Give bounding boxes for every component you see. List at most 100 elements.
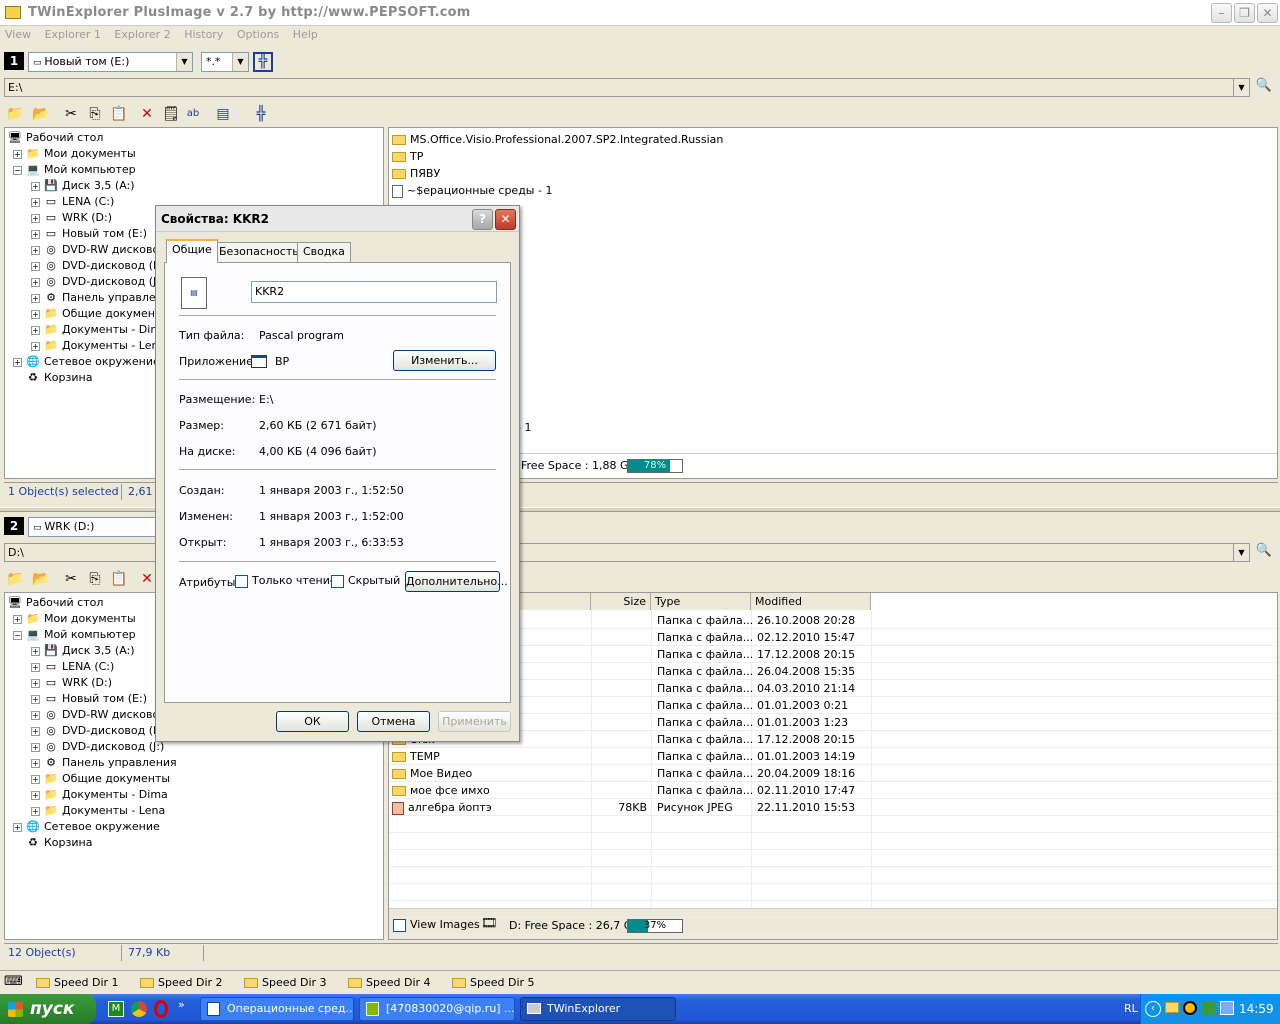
tree-item[interactable]: + ▭ Новый том (E:): [31, 226, 147, 242]
expand-icon[interactable]: +: [31, 229, 40, 239]
advanced-button[interactable]: Дополнительно...: [405, 571, 508, 592]
quicklaunch-more-icon[interactable]: »: [178, 998, 185, 1011]
expand-icon[interactable]: +: [31, 774, 40, 784]
menu-view[interactable]: View: [0, 26, 36, 43]
tree-item[interactable]: + ◎ DVD-RW дисковод: [31, 242, 167, 258]
menu-history[interactable]: History: [179, 26, 228, 43]
ok-button[interactable]: ОК: [276, 711, 349, 732]
expand-icon[interactable]: +: [31, 341, 40, 351]
tree-item[interactable]: − 💻 Мой компьютер: [13, 627, 136, 643]
close-button[interactable]: ✕: [1257, 3, 1278, 23]
expand-icon[interactable]: +: [31, 678, 40, 688]
chevron-down-icon[interactable]: ▼: [1233, 544, 1249, 561]
tab-general[interactable]: Общие: [166, 239, 218, 263]
tree-item[interactable]: + 📁 Документы - Lena: [31, 338, 165, 354]
menu-help[interactable]: Help: [288, 26, 323, 43]
expand-icon[interactable]: +: [31, 646, 40, 656]
speed-dir-2[interactable]: Speed Dir 2: [140, 976, 223, 989]
chevron-down-icon[interactable]: ▼: [1233, 79, 1249, 96]
panel-1-filter-select[interactable]: *.* ▼: [201, 52, 249, 72]
expand-icon[interactable]: +: [31, 710, 40, 720]
expand-icon[interactable]: +: [31, 181, 40, 191]
expand-icon[interactable]: +: [31, 790, 40, 800]
task-qip-chat[interactable]: [470830020@qip.ru] ...: [359, 997, 515, 1021]
expand-icon[interactable]: +: [13, 614, 22, 624]
expand-icon[interactable]: +: [13, 357, 22, 367]
folder-up-icon[interactable]: 📁: [4, 103, 26, 125]
change-button[interactable]: Изменить...: [393, 350, 496, 371]
chevron-down-icon[interactable]: ▼: [176, 53, 192, 71]
tree-item[interactable]: + 🌐 Сетевое окружение: [13, 819, 160, 835]
expand-icon[interactable]: +: [31, 213, 40, 223]
file-row[interactable]: ПЯВУ: [392, 165, 440, 182]
table-row[interactable]: Папка с файла... 26.04.2008 15:35: [392, 663, 1272, 680]
table-row[interactable]: Папка с файла... 01.01.2003 1:23: [392, 714, 1272, 731]
file-row[interactable]: MS.Office.Visio.Professional.2007.SP2.In…: [392, 131, 723, 148]
tree-item[interactable]: + 📁 Документы - Dima: [31, 322, 168, 338]
tree-item[interactable]: + ⚙ Панель управления: [31, 755, 177, 771]
menu-options[interactable]: Options: [232, 26, 284, 43]
menu-explorer-1[interactable]: Explorer 1: [40, 26, 106, 43]
tree-item[interactable]: + 💾 Диск 3,5 (A:): [31, 643, 135, 659]
tree-item[interactable]: + ⚙ Панель управлени: [31, 290, 170, 306]
opera-icon[interactable]: [154, 1000, 168, 1018]
split-view-icon[interactable]: ╬: [253, 52, 273, 72]
task-operating-systems-doc[interactable]: Операционные сред...: [200, 997, 354, 1021]
tab-summary[interactable]: Сводка: [297, 242, 351, 262]
tree-item[interactable]: + 📁 Общие документ: [31, 306, 161, 322]
split-view-icon[interactable]: ╬: [250, 103, 272, 125]
table-row[interactable]: Папка с файла... 17.12.2008 20:15: [392, 646, 1272, 663]
view-mode-icon[interactable]: ▤: [212, 103, 234, 125]
expand-icon[interactable]: +: [31, 245, 40, 255]
expand-icon[interactable]: +: [31, 309, 40, 319]
maximize-button[interactable]: ❐: [1234, 3, 1255, 23]
tree-item[interactable]: + ▭ LENA (C:): [31, 659, 114, 675]
tree-item[interactable]: + ◎ DVD-дисковод (J:): [31, 274, 164, 290]
film-icon[interactable]: 🎞: [481, 916, 498, 931]
tree-item[interactable]: + ◎ DVD-дисковод (J:): [31, 739, 164, 755]
keyboard-icon[interactable]: ⌨: [4, 974, 23, 989]
paste-icon[interactable]: 📋: [108, 568, 130, 590]
tree-item[interactable]: + ◎ DVD-дисковод (H:: [31, 723, 165, 739]
tree-item[interactable]: + 📁 Мои документы: [13, 611, 136, 627]
search-icon[interactable]: 🔍: [1254, 543, 1274, 562]
expand-icon[interactable]: +: [13, 822, 22, 832]
tree-item[interactable]: + ◎ DVD-дисковод (H:: [31, 258, 165, 274]
tree-item[interactable]: ♻ Корзина: [13, 370, 92, 386]
column-header-type[interactable]: Type: [651, 593, 751, 610]
copy-icon[interactable]: ⎘: [84, 103, 106, 125]
view-images-checkbox[interactable]: View Images: [393, 918, 480, 932]
tree-item[interactable]: + ▭ Новый том (E:): [31, 691, 147, 707]
expand-icon[interactable]: +: [31, 742, 40, 752]
dialog-close-button[interactable]: ✕: [495, 209, 516, 230]
new-folder-icon[interactable]: 📂: [30, 568, 52, 590]
expand-icon[interactable]: +: [31, 293, 40, 303]
clock[interactable]: 14:59: [1239, 1002, 1274, 1016]
chrome-icon[interactable]: [131, 1001, 147, 1017]
table-row[interactable]: мое фсе имхо Папка с файла... 02.11.2010 1…: [392, 782, 1272, 799]
column-header-size[interactable]: Size: [591, 593, 651, 610]
cut-icon[interactable]: ✂: [60, 103, 82, 125]
panel-1-path-bar[interactable]: E:\ ▼: [4, 78, 1250, 97]
speed-dir-4[interactable]: Speed Dir 4: [348, 976, 431, 989]
help-button[interactable]: ?: [472, 209, 493, 230]
tree-item[interactable]: + 📁 Документы - Dima: [31, 787, 168, 803]
paste-icon[interactable]: 📋: [108, 103, 130, 125]
delete-icon[interactable]: ✕: [136, 103, 158, 125]
expand-icon[interactable]: +: [31, 726, 40, 736]
speed-dir-5[interactable]: Speed Dir 5: [452, 976, 535, 989]
cancel-button[interactable]: Отмена: [357, 711, 430, 732]
table-row[interactable]: Папка с файла... 04.03.2010 21:14: [392, 680, 1272, 697]
tree-item[interactable]: + ▭ WRK (D:): [31, 210, 112, 226]
chevron-down-icon[interactable]: ▼: [232, 53, 248, 71]
expand-icon[interactable]: +: [31, 197, 40, 207]
language-indicator[interactable]: RL: [1124, 1002, 1138, 1015]
speed-dir-3[interactable]: Speed Dir 3: [244, 976, 327, 989]
rename-icon[interactable]: ab: [182, 103, 204, 125]
minimize-button[interactable]: –: [1211, 3, 1232, 23]
tray-folder-icon[interactable]: [1165, 1002, 1179, 1013]
expand-icon[interactable]: +: [31, 662, 40, 672]
expand-icon[interactable]: +: [31, 758, 40, 768]
start-button[interactable]: пуск: [0, 994, 96, 1024]
expand-icon[interactable]: +: [31, 277, 40, 287]
